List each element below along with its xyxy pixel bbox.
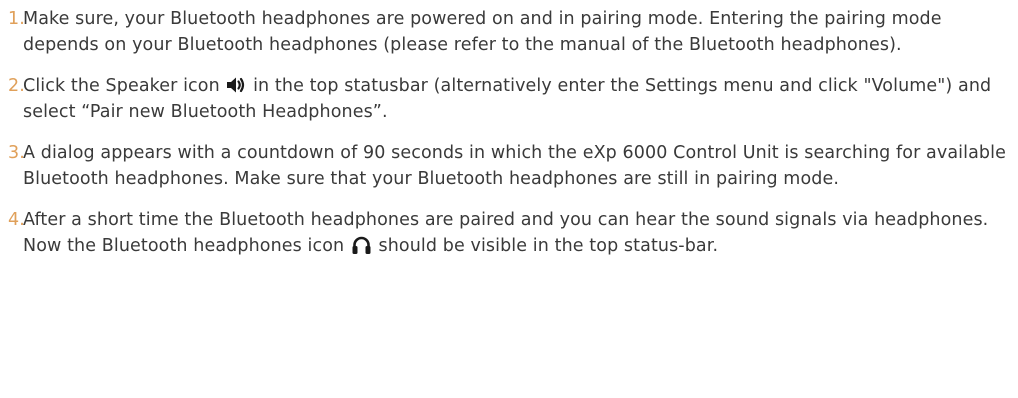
step-3: 3. A dialog appears with a countdown of … <box>8 140 1008 192</box>
step-number: 4. <box>8 210 25 230</box>
step-number: 1. <box>8 9 25 29</box>
step-number: 3. <box>8 143 25 163</box>
step-number: 2. <box>8 76 25 96</box>
step-text-before-icon: Click the Speaker icon <box>23 76 226 96</box>
step-1: 1. Make sure, your Bluetooth headphones … <box>8 6 1008 58</box>
speaker-icon <box>226 75 246 95</box>
step-4: 4. After a short time the Bluetooth head… <box>8 207 1008 259</box>
step-text: Make sure, your Bluetooth headphones are… <box>23 9 942 55</box>
step-text: A dialog appears with a countdown of 90 … <box>23 143 1006 189</box>
step-text-after-icon: should be visible in the top status-bar. <box>372 236 719 256</box>
instruction-steps: 1. Make sure, your Bluetooth headphones … <box>8 6 1008 274</box>
headphones-icon <box>351 235 372 255</box>
step-2: 2. Click the Speaker icon in the top sta… <box>8 73 1008 125</box>
